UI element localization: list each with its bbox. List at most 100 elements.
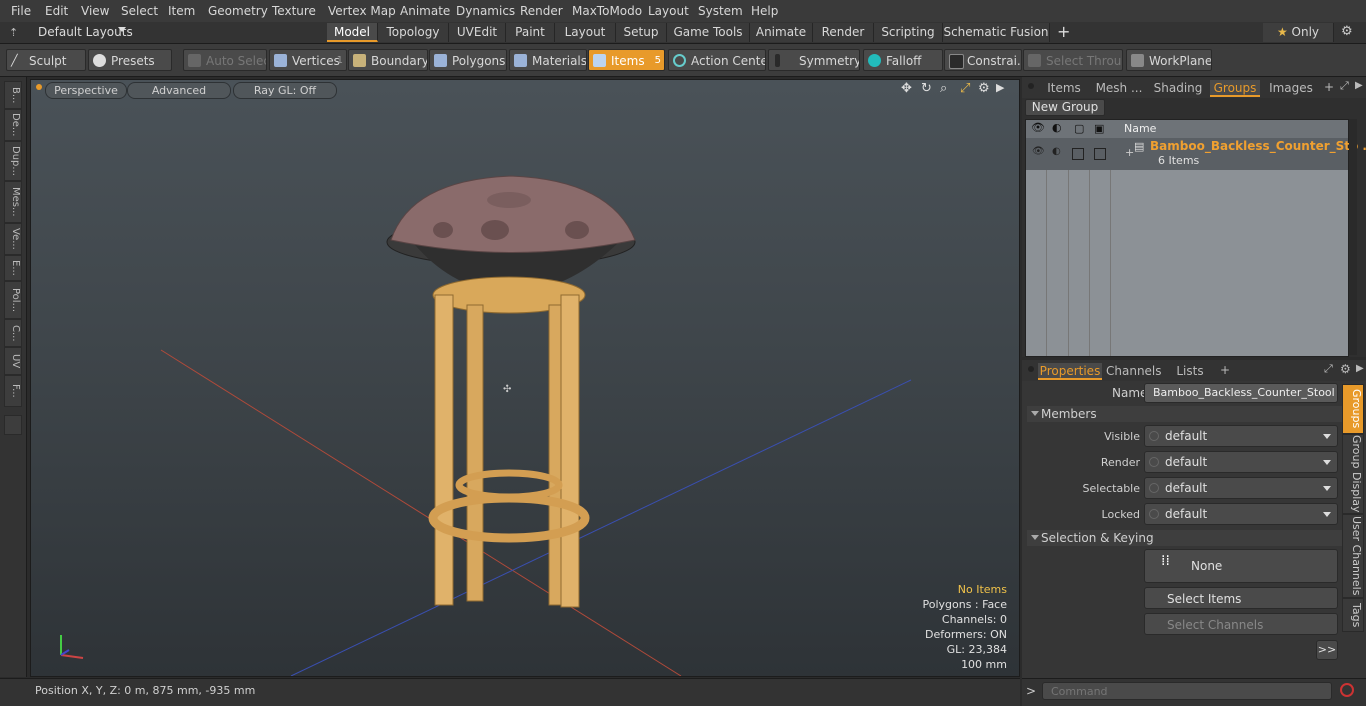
left-tab-curve[interactable]: C...: [4, 319, 22, 347]
vertices-button[interactable]: Vertices 1: [269, 49, 347, 71]
render-icon[interactable]: ◐: [1052, 121, 1062, 134]
row-render-icon[interactable]: ◐: [1052, 146, 1061, 157]
tab-properties[interactable]: Properties: [1038, 363, 1102, 380]
constraints-button[interactable]: Constrai...: [944, 49, 1022, 71]
tab-shading[interactable]: Shading: [1152, 80, 1204, 97]
boundary-button[interactable]: Boundary: [348, 49, 428, 71]
row-eye-icon[interactable]: 👁: [1032, 146, 1045, 157]
add-props-tab-plus-icon[interactable]: +: [1220, 363, 1230, 377]
menu-animate[interactable]: Animate: [400, 4, 450, 18]
left-strip-toggle[interactable]: [4, 415, 22, 435]
gear-icon[interactable]: ⚙: [1341, 24, 1353, 39]
tab-lists[interactable]: Lists: [1168, 363, 1212, 380]
tab-paint[interactable]: Paint: [506, 23, 555, 42]
menu-texture[interactable]: Texture: [272, 4, 316, 18]
list-scrollbar[interactable]: [1349, 119, 1357, 355]
left-tab-basic[interactable]: B...: [4, 81, 22, 109]
left-tab-duplicate[interactable]: Dup...: [4, 141, 22, 181]
tab-animate[interactable]: Animate: [750, 23, 813, 42]
side-tab-groups[interactable]: Groups: [1342, 384, 1364, 434]
tab-model[interactable]: Model: [327, 23, 378, 42]
menu-vertex-map[interactable]: Vertex Map: [328, 4, 396, 18]
locked-dropdown[interactable]: default: [1144, 503, 1338, 525]
tab-setup[interactable]: Setup: [616, 23, 667, 42]
menu-render[interactable]: Render: [520, 4, 563, 18]
props-expand-icon[interactable]: ▶: [1356, 363, 1364, 374]
tab-render[interactable]: Render: [813, 23, 874, 42]
sculpt-button[interactable]: ╱ Sculpt: [6, 49, 86, 71]
action-center-button[interactable]: Action Center: [668, 49, 766, 71]
tab-game-tools[interactable]: Game Tools: [667, 23, 750, 42]
materials-button[interactable]: Materials: [509, 49, 587, 71]
left-tab-edge[interactable]: E...: [4, 255, 22, 281]
menu-item[interactable]: Item: [168, 4, 195, 18]
left-tab-fusion[interactable]: F...: [4, 375, 22, 407]
tab-images[interactable]: Images: [1266, 80, 1316, 97]
tab-groups[interactable]: Groups: [1210, 80, 1260, 97]
left-tab-vertex[interactable]: Ve...: [4, 223, 22, 255]
left-tab-deform[interactable]: De...: [4, 109, 22, 141]
group-name[interactable]: Bamboo_Backless_Counter_Sto ...: [1150, 139, 1366, 153]
menu-edit[interactable]: Edit: [45, 4, 68, 18]
menu-view[interactable]: View: [81, 4, 109, 18]
members-section[interactable]: Members: [1027, 406, 1361, 422]
select-through-button[interactable]: Select Through: [1023, 49, 1123, 71]
3d-viewport[interactable]: Perspective Advanced Ray GL: Off ✥ ↻ ⌕ ⤢…: [30, 79, 1020, 677]
tab-items[interactable]: Items: [1042, 80, 1086, 97]
add-tab-plus-icon[interactable]: +: [1324, 80, 1334, 94]
layout-up-icon[interactable]: ⇡: [9, 26, 18, 39]
workplane-button[interactable]: WorkPlane: [1126, 49, 1212, 71]
side-tab-tags[interactable]: Tags: [1342, 598, 1364, 632]
left-tab-polygon[interactable]: Pol...: [4, 281, 22, 319]
render-dropdown[interactable]: default: [1144, 451, 1338, 473]
group-row[interactable]: 👁 ◐ + ▤ Bamboo_Backless_Counter_Sto ... …: [1026, 138, 1366, 170]
tab-layout[interactable]: Layout: [555, 23, 616, 42]
props-gear-icon[interactable]: ⚙: [1340, 362, 1351, 376]
visible-dropdown[interactable]: default: [1144, 425, 1338, 447]
polygons-button[interactable]: Polygons: [429, 49, 507, 71]
select-items-button[interactable]: Select Items: [1144, 587, 1338, 609]
menu-layout[interactable]: Layout: [648, 4, 689, 18]
tab-topology[interactable]: Topology: [378, 23, 449, 42]
auto-select-button[interactable]: Auto Select: [183, 49, 267, 71]
menu-select[interactable]: Select: [121, 4, 158, 18]
menu-dynamics[interactable]: Dynamics: [456, 4, 515, 18]
menu-help[interactable]: Help: [751, 4, 778, 18]
menu-file[interactable]: File: [11, 4, 31, 18]
maximize-icon[interactable]: ⤢: [1340, 79, 1349, 93]
left-tab-uv[interactable]: UV: [4, 347, 22, 375]
selectable-dropdown[interactable]: default: [1144, 477, 1338, 499]
expand-plus-icon[interactable]: +: [1125, 146, 1134, 159]
props-maximize-icon[interactable]: ⤢: [1324, 362, 1333, 376]
tab-uvedit[interactable]: UVEdit: [449, 23, 506, 42]
more-button[interactable]: >>: [1316, 640, 1338, 660]
side-tab-user-channels[interactable]: User Channels: [1342, 514, 1364, 598]
col-name[interactable]: Name: [1124, 122, 1156, 135]
none-button[interactable]: ⁞⁞ None: [1144, 549, 1338, 583]
select-icon[interactable]: ▣: [1094, 122, 1104, 135]
select-channels-button[interactable]: Select Channels: [1144, 613, 1338, 635]
new-group-button[interactable]: New Group: [1025, 99, 1105, 116]
props-menu-dot-icon[interactable]: [1028, 366, 1034, 372]
tab-scripting[interactable]: Scripting: [874, 23, 943, 42]
lock-icon[interactable]: ▢: [1074, 122, 1084, 135]
name-input[interactable]: Bamboo_Backless_Counter_Stool (3): [1144, 383, 1338, 403]
side-tab-group-display[interactable]: Group Display: [1342, 434, 1364, 514]
command-input[interactable]: [1042, 682, 1332, 700]
eye-icon[interactable]: 👁: [1031, 121, 1045, 134]
panel-expand-icon[interactable]: ▶: [1355, 80, 1363, 91]
menu-system[interactable]: System: [698, 4, 743, 18]
left-tab-mesh[interactable]: Mes...: [4, 181, 22, 223]
row-lock-box[interactable]: [1072, 148, 1084, 160]
items-button[interactable]: Items 5: [588, 49, 665, 71]
symmetry-button[interactable]: Symmetry: [768, 49, 860, 71]
layouts-chevron-down-icon[interactable]: [118, 27, 126, 32]
tab-schematic-fusion[interactable]: Schematic Fusion: [943, 23, 1050, 42]
selection-keying-section[interactable]: Selection & Keying: [1027, 530, 1361, 546]
tab-mesh[interactable]: Mesh ...: [1092, 80, 1146, 97]
presets-button[interactable]: Presets: [88, 49, 172, 71]
add-tab-plus-icon[interactable]: +: [1057, 22, 1070, 41]
panel-menu-dot-icon[interactable]: [1028, 83, 1034, 89]
tab-channels[interactable]: Channels: [1106, 363, 1162, 380]
record-icon[interactable]: [1340, 683, 1354, 697]
